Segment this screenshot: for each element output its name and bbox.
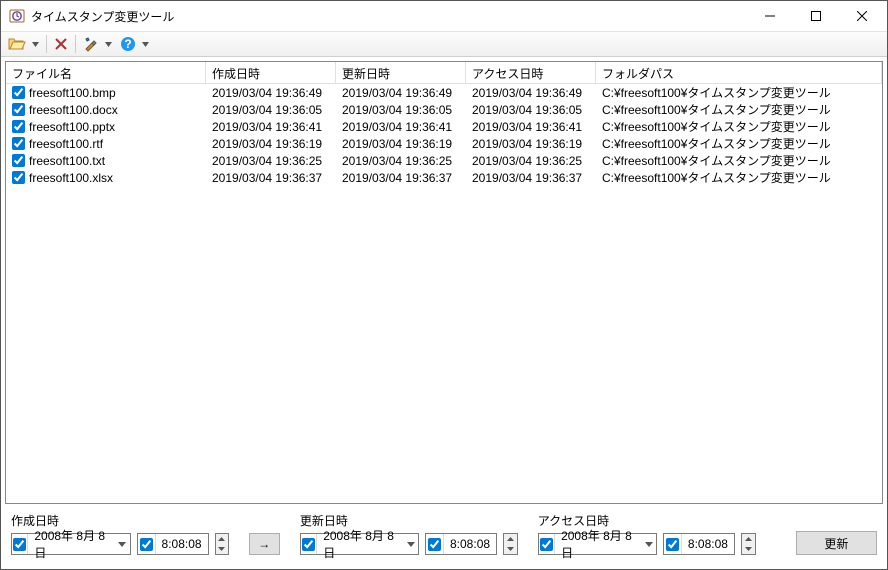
cell-accessed: 2019/03/04 19:36:05 [466, 103, 596, 117]
maximize-button[interactable] [793, 1, 839, 31]
app-icon [9, 8, 25, 24]
edit-panel: 作成日時 2008年 8月 8日 8:08:08 → 更新日時 [5, 504, 883, 565]
cell-modified: 2019/03/04 19:36:49 [336, 86, 466, 100]
cell-modified: 2019/03/04 19:36:41 [336, 120, 466, 134]
file-name: freesoft100.rtf [29, 137, 103, 151]
table-row[interactable]: freesoft100.pptx2019/03/04 19:36:412019/… [6, 118, 882, 135]
grid-body[interactable]: freesoft100.bmp2019/03/04 19:36:492019/0… [6, 84, 882, 503]
col-folder[interactable]: フォルダパス [596, 62, 882, 83]
cell-accessed: 2019/03/04 19:36:49 [466, 86, 596, 100]
window-title: タイムスタンプ変更ツール [31, 8, 747, 25]
accessed-time-check[interactable] [666, 538, 679, 551]
row-check[interactable] [12, 120, 25, 133]
accessed-time-picker[interactable]: 8:08:08 [663, 533, 735, 555]
table-row[interactable]: freesoft100.xlsx2019/03/04 19:36:372019/… [6, 169, 882, 186]
minimize-button[interactable] [747, 1, 793, 31]
cell-accessed: 2019/03/04 19:36:41 [466, 120, 596, 134]
row-check[interactable] [12, 154, 25, 167]
grid-header: ファイル名 作成日時 更新日時 アクセス日時 フォルダパス [6, 62, 882, 84]
modified-time-check[interactable] [428, 538, 441, 551]
table-row[interactable]: freesoft100.txt2019/03/04 19:36:252019/0… [6, 152, 882, 169]
cell-folder: C:¥freesoft100¥タイムスタンプ変更ツール [596, 84, 882, 101]
created-date-check[interactable] [13, 538, 26, 551]
cell-modified: 2019/03/04 19:36:25 [336, 154, 466, 168]
cell-created: 2019/03/04 19:36:41 [206, 120, 336, 134]
modified-date-picker[interactable]: 2008年 8月 8日 [300, 533, 419, 555]
table-row[interactable]: freesoft100.rtf2019/03/04 19:36:192019/0… [6, 135, 882, 152]
cell-folder: C:¥freesoft100¥タイムスタンプ変更ツール [596, 152, 882, 169]
created-time-check[interactable] [140, 538, 153, 551]
cell-created: 2019/03/04 19:36:49 [206, 86, 336, 100]
group-modified: 更新日時 2008年 8月 8日 8:08:08 [300, 512, 518, 555]
apply-arrow-button[interactable]: → [249, 533, 280, 555]
file-grid: ファイル名 作成日時 更新日時 アクセス日時 フォルダパス freesoft10… [5, 61, 883, 504]
update-button[interactable]: 更新 [796, 531, 877, 555]
svg-text:?: ? [124, 37, 131, 51]
settings-button[interactable] [80, 33, 100, 55]
row-check[interactable] [12, 103, 25, 116]
title-bar: タイムスタンプ変更ツール [1, 1, 887, 31]
cell-folder: C:¥freesoft100¥タイムスタンプ変更ツール [596, 101, 882, 118]
col-modified[interactable]: 更新日時 [336, 62, 466, 83]
cell-folder: C:¥freesoft100¥タイムスタンプ変更ツール [596, 169, 882, 186]
col-created[interactable]: 作成日時 [206, 62, 336, 83]
close-button[interactable] [839, 1, 885, 31]
accessed-date-check[interactable] [540, 538, 553, 551]
cell-folder: C:¥freesoft100¥タイムスタンプ変更ツール [596, 118, 882, 135]
toolbar: ? [1, 31, 887, 57]
modified-time-picker[interactable]: 8:08:08 [425, 533, 497, 555]
cell-modified: 2019/03/04 19:36:37 [336, 171, 466, 185]
table-row[interactable]: freesoft100.docx2019/03/04 19:36:052019/… [6, 101, 882, 118]
col-name[interactable]: ファイル名 [6, 62, 206, 83]
created-date-picker[interactable]: 2008年 8月 8日 [11, 533, 131, 555]
accessed-time-spinner[interactable] [741, 533, 756, 555]
created-time-spinner[interactable] [215, 533, 230, 555]
chevron-down-icon[interactable] [115, 534, 129, 554]
delete-button[interactable] [51, 33, 71, 55]
open-button[interactable] [5, 33, 27, 55]
cell-modified: 2019/03/04 19:36:19 [336, 137, 466, 151]
group-created: 作成日時 2008年 8月 8日 8:08:08 → [11, 512, 280, 555]
row-check[interactable] [12, 137, 25, 150]
main-area: ファイル名 作成日時 更新日時 アクセス日時 フォルダパス freesoft10… [1, 57, 887, 569]
file-name: freesoft100.bmp [29, 86, 116, 100]
accessed-date-picker[interactable]: 2008年 8月 8日 [538, 533, 657, 555]
file-name: freesoft100.pptx [29, 120, 115, 134]
created-time-picker[interactable]: 8:08:08 [137, 533, 209, 555]
separator [46, 35, 47, 53]
cell-created: 2019/03/04 19:36:37 [206, 171, 336, 185]
cell-folder: C:¥freesoft100¥タイムスタンプ変更ツール [596, 135, 882, 152]
file-name: freesoft100.docx [29, 103, 118, 117]
settings-dropdown[interactable] [102, 33, 115, 55]
cell-accessed: 2019/03/04 19:36:25 [466, 154, 596, 168]
chevron-down-icon[interactable] [404, 534, 418, 554]
cell-accessed: 2019/03/04 19:36:19 [466, 137, 596, 151]
help-dropdown[interactable] [139, 33, 152, 55]
modified-date-check[interactable] [302, 538, 315, 551]
cell-created: 2019/03/04 19:36:19 [206, 137, 336, 151]
chevron-down-icon[interactable] [642, 534, 656, 554]
help-button[interactable]: ? [117, 33, 137, 55]
cell-created: 2019/03/04 19:36:25 [206, 154, 336, 168]
cell-modified: 2019/03/04 19:36:05 [336, 103, 466, 117]
row-check[interactable] [12, 171, 25, 184]
file-name: freesoft100.txt [29, 154, 105, 168]
row-check[interactable] [12, 86, 25, 99]
modified-time-spinner[interactable] [503, 533, 518, 555]
cell-created: 2019/03/04 19:36:05 [206, 103, 336, 117]
file-name: freesoft100.xlsx [29, 171, 113, 185]
cell-accessed: 2019/03/04 19:36:37 [466, 171, 596, 185]
open-dropdown[interactable] [29, 33, 42, 55]
group-accessed: アクセス日時 2008年 8月 8日 8:08:08 [538, 512, 756, 555]
col-accessed[interactable]: アクセス日時 [466, 62, 596, 83]
table-row[interactable]: freesoft100.bmp2019/03/04 19:36:492019/0… [6, 84, 882, 101]
separator [75, 35, 76, 53]
